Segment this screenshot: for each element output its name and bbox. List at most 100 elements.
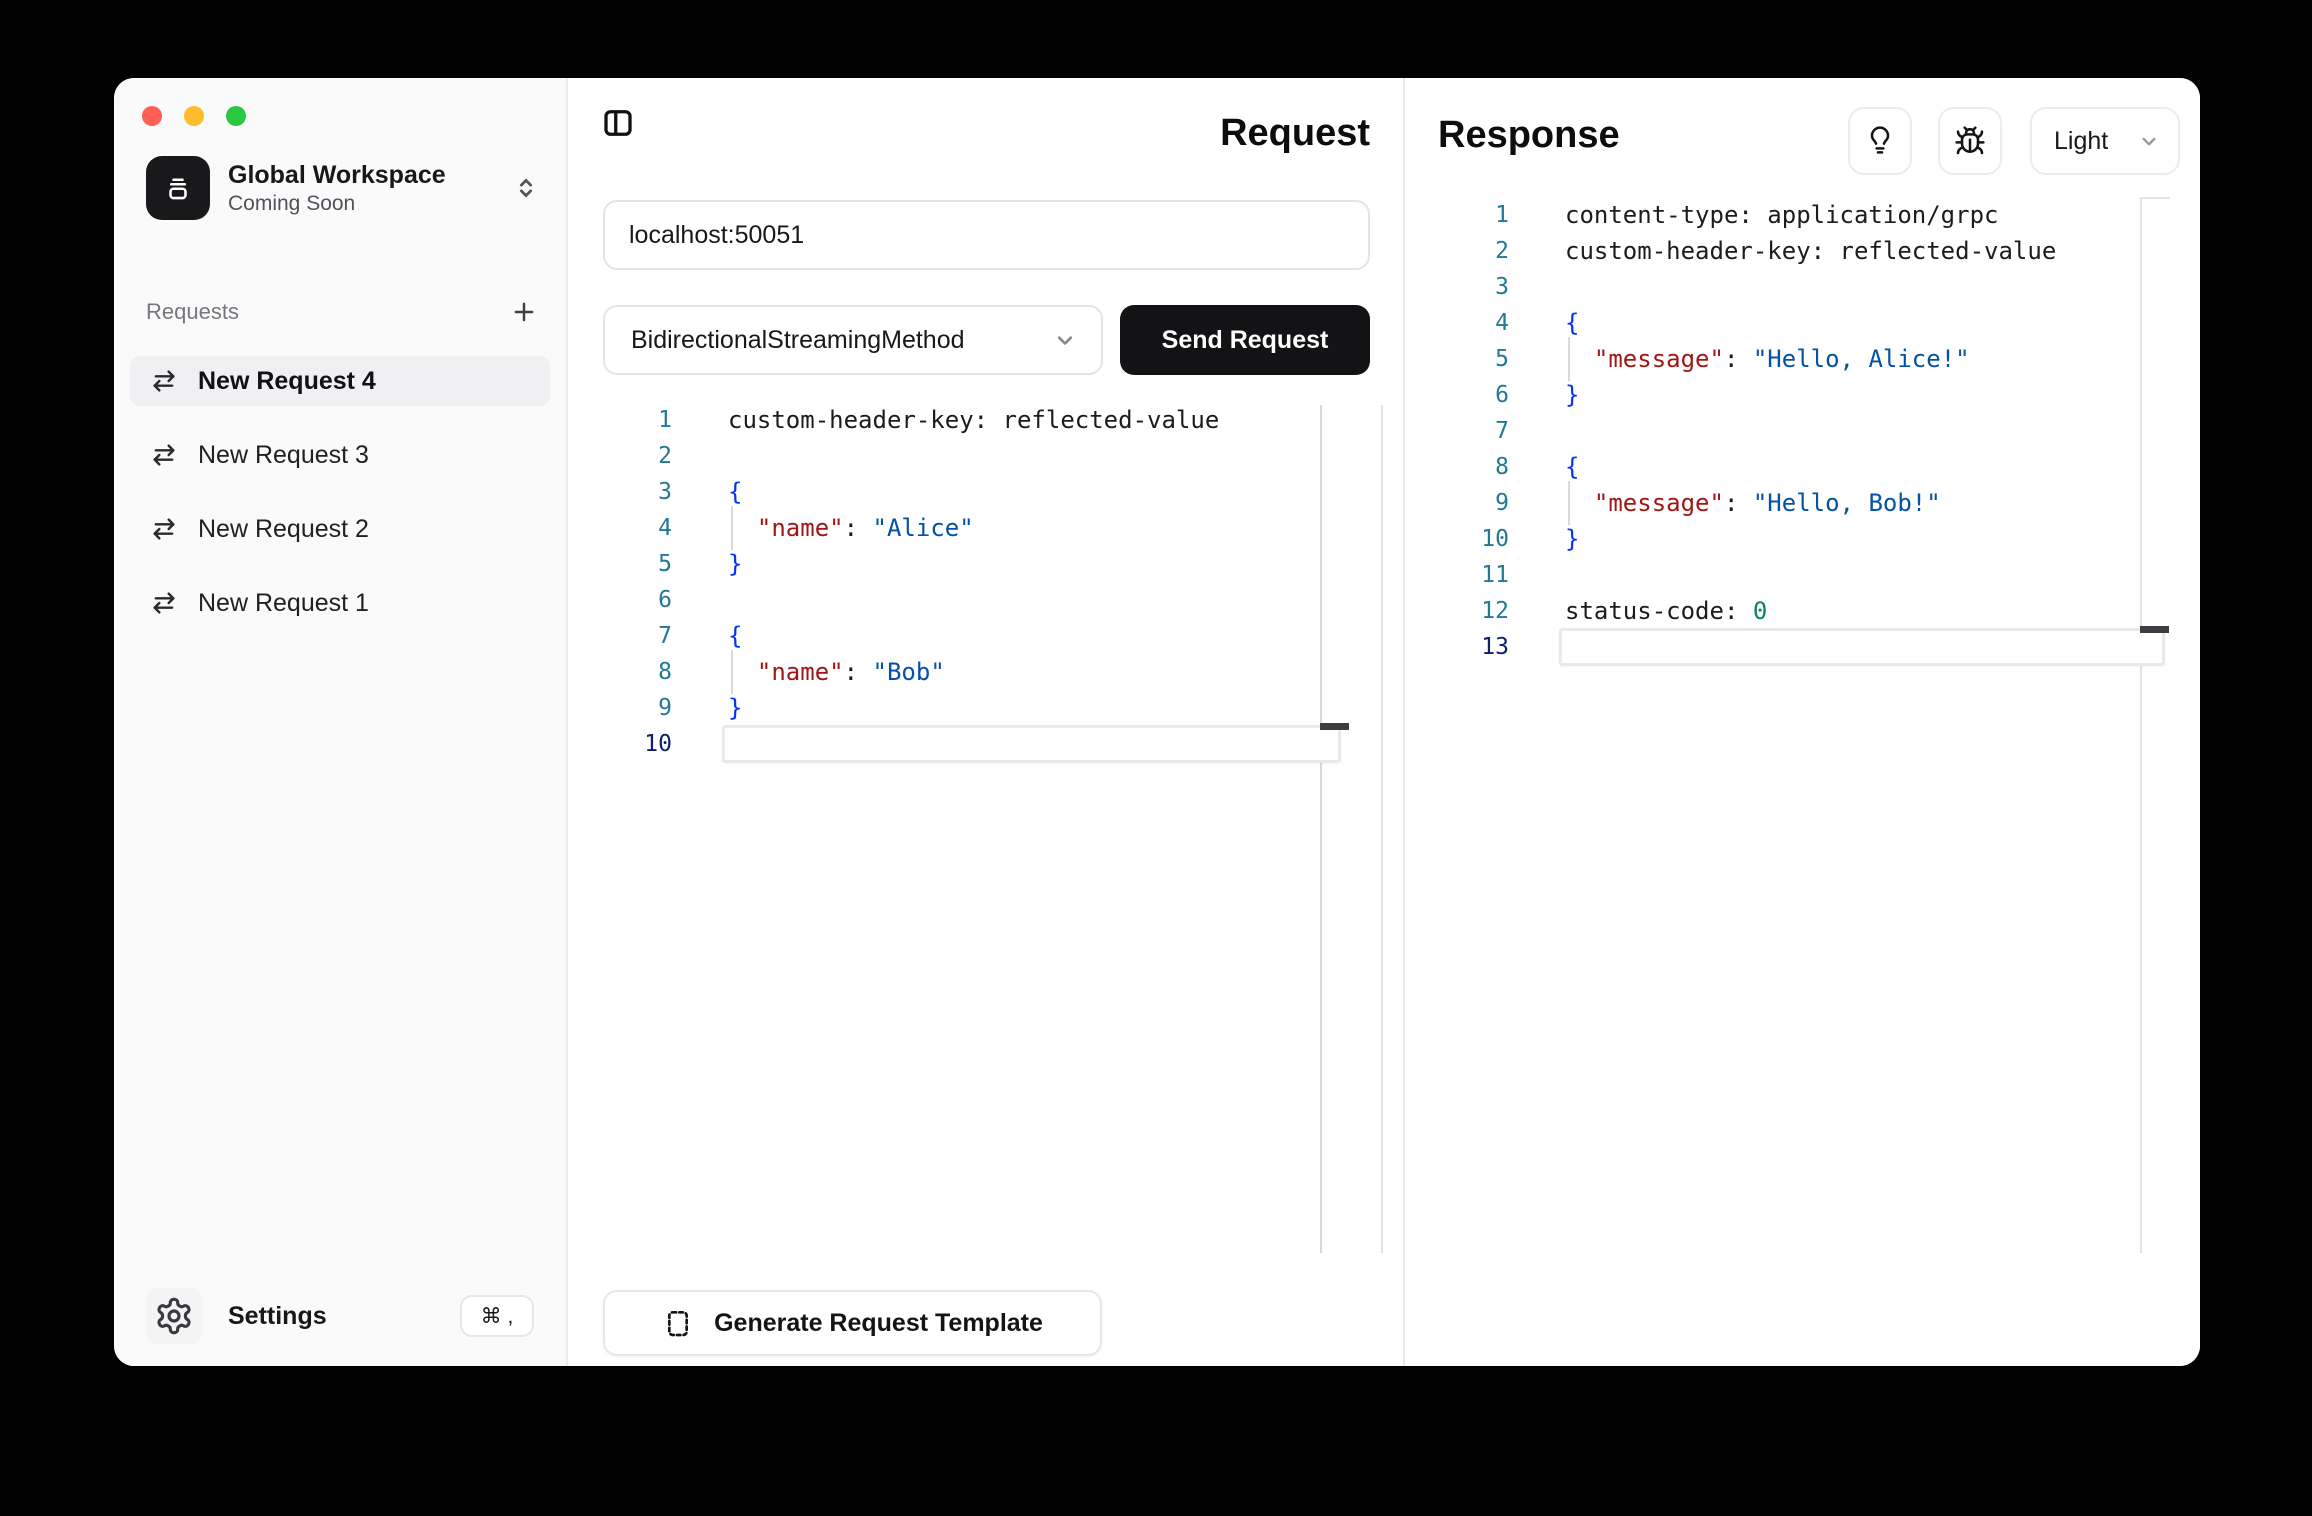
workspace-title: Global Workspace [228, 160, 512, 191]
line-number: 4 [1405, 310, 1509, 336]
method-dropdown-value: BidirectionalStreamingMethod [631, 326, 1051, 355]
sidebar-item-new-request-4[interactable]: New Request 4 [130, 356, 550, 406]
request-item-label: New Request 3 [198, 441, 369, 470]
response-editor-scrollbar-cap [2140, 197, 2170, 199]
code-line[interactable]: 3 [1405, 269, 2200, 305]
template-icon [662, 1307, 694, 1339]
settings-row[interactable]: Settings ⌘ , [146, 1288, 534, 1344]
code-text: "name": "Bob" [672, 658, 945, 686]
code-text: } [672, 550, 742, 578]
code-line[interactable]: 11 [1405, 557, 2200, 593]
line-number: 10 [568, 731, 672, 757]
line-number: 10 [1405, 526, 1509, 552]
line-number: 8 [568, 659, 672, 685]
code-text: } [672, 694, 742, 722]
close-window-button[interactable] [142, 106, 162, 126]
code-line[interactable]: 4 "name": "Alice" [568, 510, 1403, 546]
lightbulb-button[interactable] [1848, 107, 1912, 175]
zoom-window-button[interactable] [226, 106, 246, 126]
request-editor[interactable]: 1custom-header-key: reflected-value23{4 … [568, 402, 1403, 762]
code-text: { [672, 478, 742, 506]
request-panel-title: Request [1220, 112, 1370, 155]
code-line[interactable]: 10 [568, 726, 1403, 762]
code-line[interactable]: 12status-code: 0 [1405, 593, 2200, 629]
code-line[interactable]: 9} [568, 690, 1403, 726]
code-line[interactable]: 9 "message": "Hello, Bob!" [1405, 485, 2200, 521]
line-number: 7 [568, 623, 672, 649]
code-line[interactable]: 7{ [568, 618, 1403, 654]
code-line[interactable]: 5 "message": "Hello, Alice!" [1405, 341, 2200, 377]
code-line[interactable]: 1content-type: application/grpc [1405, 197, 2200, 233]
request-list: New Request 4 New Request 3 New Request 2 N… [130, 356, 550, 652]
code-text: { [672, 622, 742, 650]
window-controls [142, 106, 246, 126]
request-editor-scrollbar-track[interactable] [1320, 405, 1322, 1253]
swap-arrows-icon [150, 441, 178, 469]
line-number: 2 [1405, 238, 1509, 264]
sidebar-item-new-request-1[interactable]: New Request 1 [130, 578, 550, 628]
add-request-button[interactable] [510, 298, 538, 326]
request-item-label: New Request 1 [198, 589, 369, 618]
requests-label: Requests [146, 299, 239, 325]
server-url-input[interactable] [603, 200, 1370, 270]
request-editor-scrollbar-thumb[interactable] [1320, 723, 1349, 730]
code-line[interactable]: 6 [568, 582, 1403, 618]
workspace-subtitle: Coming Soon [228, 191, 512, 217]
code-line[interactable]: 8 "name": "Bob" [568, 654, 1403, 690]
minimize-window-button[interactable] [184, 106, 204, 126]
workspace-switcher[interactable]: Global Workspace Coming Soon [146, 156, 540, 220]
generate-request-template-button[interactable]: Generate Request Template [603, 1290, 1102, 1356]
line-number: 9 [1405, 490, 1509, 516]
request-panel: Request BidirectionalStreamingMethod Sen… [568, 78, 1403, 1366]
line-number: 5 [568, 551, 672, 577]
workspace-icon [146, 156, 210, 220]
chevrons-up-down-icon [512, 174, 540, 202]
response-editor-scrollbar-track[interactable] [2140, 197, 2142, 1253]
line-number: 13 [1405, 634, 1509, 660]
bug-icon [1954, 125, 1986, 157]
code-text: custom-header-key: reflected-value [1509, 237, 2056, 265]
code-line[interactable]: 7 [1405, 413, 2200, 449]
line-number: 9 [568, 695, 672, 721]
code-line[interactable]: 2 [568, 438, 1403, 474]
sidebar-toggle-icon[interactable] [600, 105, 636, 141]
code-line[interactable]: 3{ [568, 474, 1403, 510]
code-line[interactable]: 1custom-header-key: reflected-value [568, 402, 1403, 438]
code-line[interactable]: 5} [568, 546, 1403, 582]
code-line[interactable]: 8{ [1405, 449, 2200, 485]
request-item-label: New Request 4 [198, 367, 376, 396]
sidebar: Global Workspace Coming Soon Requests [114, 78, 568, 1366]
theme-dropdown[interactable]: Light [2030, 107, 2180, 175]
desktop-background: Global Workspace Coming Soon Requests [0, 0, 2312, 1516]
line-number: 5 [1405, 346, 1509, 372]
swap-arrows-icon [150, 589, 178, 617]
chevron-down-icon [1051, 326, 1079, 354]
line-number: 12 [1405, 598, 1509, 624]
line-number: 7 [1405, 418, 1509, 444]
line-number: 11 [1405, 562, 1509, 588]
code-line[interactable]: 13 [1405, 629, 2200, 665]
sidebar-item-new-request-2[interactable]: New Request 2 [130, 504, 550, 554]
code-text: "name": "Alice" [672, 514, 974, 542]
requests-section-header: Requests [146, 298, 538, 326]
line-number: 6 [568, 587, 672, 613]
generate-request-template-label: Generate Request Template [714, 1309, 1043, 1338]
code-text: status-code: 0 [1509, 597, 1767, 625]
response-editor-scrollbar-thumb[interactable] [2140, 626, 2169, 633]
code-line[interactable]: 2custom-header-key: reflected-value [1405, 233, 2200, 269]
code-text: custom-header-key: reflected-value [672, 406, 1219, 434]
lightbulb-icon [1864, 125, 1896, 157]
response-panel: Response [1405, 78, 2200, 1366]
code-line[interactable]: 6} [1405, 377, 2200, 413]
line-number: 1 [1405, 202, 1509, 228]
debug-button[interactable] [1938, 107, 2002, 175]
response-editor[interactable]: 1content-type: application/grpc2custom-h… [1405, 197, 2200, 665]
code-text: "message": "Hello, Bob!" [1509, 489, 1941, 517]
code-line[interactable]: 4{ [1405, 305, 2200, 341]
line-number: 3 [568, 479, 672, 505]
method-dropdown[interactable]: BidirectionalStreamingMethod [603, 305, 1103, 375]
code-line[interactable]: 10} [1405, 521, 2200, 557]
sidebar-item-new-request-3[interactable]: New Request 3 [130, 430, 550, 480]
send-request-button[interactable]: Send Request [1120, 305, 1370, 375]
code-text: } [1509, 381, 1579, 409]
